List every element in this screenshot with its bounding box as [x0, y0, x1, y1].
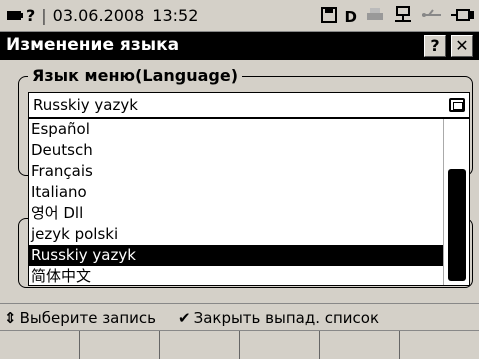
- battery-icon: [6, 6, 24, 25]
- dropdown-toggle-icon[interactable]: [449, 98, 465, 112]
- language-option-russian[interactable]: Russkiy yazyk: [29, 245, 443, 266]
- language-option-korean[interactable]: 영어 Dll: [29, 203, 443, 224]
- dialog-title: Изменение языка: [6, 35, 180, 55]
- softkey-row: [0, 331, 479, 359]
- language-option-chinese[interactable]: 简体中文: [29, 266, 443, 287]
- usb-icon: [421, 8, 443, 26]
- softkey-4[interactable]: [240, 331, 320, 359]
- language-option-deutsch[interactable]: Deutsch: [29, 140, 443, 161]
- printer-icon: [365, 7, 385, 27]
- checkmark-icon: ✔: [178, 309, 191, 327]
- help-button[interactable]: ?: [424, 35, 446, 57]
- language-option-francais[interactable]: Français: [29, 161, 443, 182]
- hint-select-entry: ⇕ Выберите запись: [4, 309, 156, 327]
- dialog-title-bar: Изменение языка ? ✕: [0, 32, 479, 60]
- status-icons: D: [320, 6, 475, 28]
- help-glyph: ?: [26, 6, 36, 25]
- status-bar: ? | 03.06.2008 13:52 D: [0, 0, 479, 32]
- softkey-1[interactable]: [0, 331, 80, 359]
- language-group-label: Язык меню(Language): [28, 66, 243, 85]
- save-icon: [320, 7, 337, 27]
- hint-select-entry-text: Выберите запись: [19, 309, 157, 327]
- network-icon: [393, 6, 413, 28]
- up-down-arrows-icon: ⇕: [4, 309, 17, 327]
- plug-icon: [451, 8, 475, 26]
- softkey-5[interactable]: [320, 331, 400, 359]
- language-option-espanol[interactable]: Español: [29, 119, 443, 140]
- dropdown-scrollbar[interactable]: [443, 119, 469, 285]
- softkey-6[interactable]: [400, 331, 479, 359]
- dropdown-scrollbar-thumb[interactable]: [448, 169, 466, 281]
- language-dropdown-list[interactable]: Español Deutsch Français Italiano 영어 Dll…: [28, 118, 470, 286]
- hint-close-dropdown: ✔ Закрыть выпад. список: [178, 309, 379, 327]
- language-combobox[interactable]: Russkiy yazyk: [28, 92, 470, 118]
- hint-bar: ⇕ Выберите запись ✔ Закрыть выпад. списо…: [0, 303, 479, 331]
- status-date: 03.06.2008: [52, 6, 145, 25]
- language-combobox-value: Russkiy yazyk: [33, 96, 138, 114]
- close-button[interactable]: ✕: [451, 35, 473, 57]
- status-separator: |: [41, 6, 47, 25]
- softkey-3[interactable]: [160, 331, 240, 359]
- dialog-content: Язык меню(Language) Russkiy yazyk Españo…: [0, 60, 479, 303]
- softkey-2[interactable]: [80, 331, 160, 359]
- hint-close-dropdown-text: Закрыть выпад. список: [193, 309, 380, 327]
- status-left: ? | 03.06.2008 13:52: [6, 6, 198, 25]
- language-option-italiano[interactable]: Italiano: [29, 182, 443, 203]
- status-time: 13:52: [152, 6, 199, 25]
- d-drive-icon: D: [344, 8, 357, 26]
- language-option-polish[interactable]: jezyk polski: [29, 224, 443, 245]
